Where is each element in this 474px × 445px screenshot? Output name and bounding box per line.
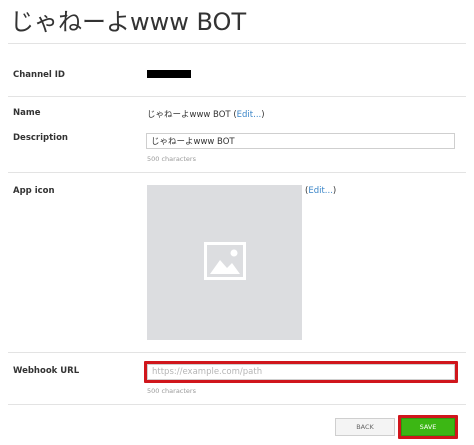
bot-settings-page: じゃねーよwww BOT Channel ID Name じゃねーよwww BO… xyxy=(0,0,474,445)
description-char-hint: 500 characters xyxy=(147,155,196,163)
page-title: じゃねーよwww BOT xyxy=(10,8,247,36)
app-icon-edit-row: (Edit...) xyxy=(305,186,336,196)
name-label: Name xyxy=(13,108,41,118)
channel-id-redacted-value xyxy=(147,70,191,78)
edit-paren-close: ) xyxy=(261,110,265,120)
webhook-url-input[interactable] xyxy=(147,364,455,380)
app-icon-label: App icon xyxy=(13,186,55,196)
app-icon-edit-link[interactable]: Edit... xyxy=(308,186,333,196)
save-button[interactable]: SAVE xyxy=(401,418,455,436)
divider xyxy=(8,172,466,173)
back-button[interactable]: BACK xyxy=(335,418,395,436)
app-icon-preview xyxy=(147,185,302,340)
name-edit-link[interactable]: Edit... xyxy=(237,110,262,120)
divider xyxy=(8,96,466,97)
name-value: じゃねーよwww BOT xyxy=(147,110,231,120)
description-input[interactable] xyxy=(146,133,455,149)
divider xyxy=(8,43,466,44)
image-placeholder-icon xyxy=(204,242,246,280)
webhook-char-hint: 500 characters xyxy=(147,387,196,395)
divider xyxy=(8,404,466,405)
webhook-url-label: Webhook URL xyxy=(13,366,80,376)
name-value-row: じゃねーよwww BOT (Edit...) xyxy=(147,108,265,120)
channel-id-label: Channel ID xyxy=(13,70,65,80)
divider xyxy=(8,352,466,353)
description-label: Description xyxy=(13,133,68,143)
edit-paren-close: ) xyxy=(332,186,337,196)
